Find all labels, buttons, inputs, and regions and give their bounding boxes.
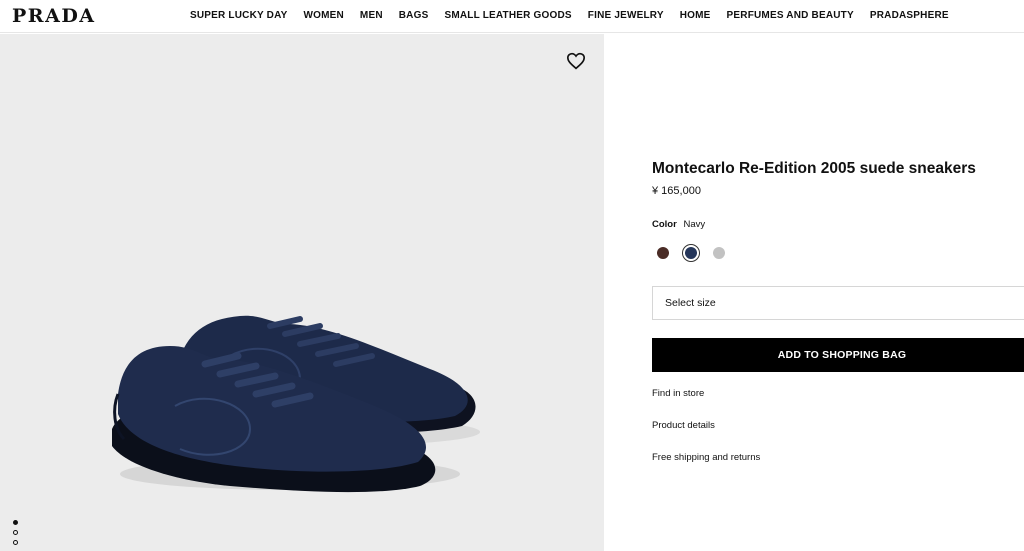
swatch-navy[interactable] — [682, 244, 700, 262]
product-image — [112, 315, 480, 493]
nav-item-home[interactable]: HOME — [680, 10, 711, 21]
swatch-brown[interactable] — [654, 244, 672, 262]
nav-item-small-leather-goods[interactable]: SMALL LEATHER GOODS — [444, 10, 571, 21]
gallery-pagination — [13, 520, 18, 545]
nav-item-bags[interactable]: BAGS — [399, 10, 429, 21]
gallery-dot-2[interactable] — [13, 530, 18, 535]
product-price: ¥ 165,000 — [652, 185, 701, 197]
product-gallery[interactable] — [0, 34, 604, 551]
nav-item-fine-jewelry[interactable]: FINE JEWELRY — [588, 10, 664, 21]
find-in-store-link[interactable]: Find in store — [652, 388, 704, 399]
color-swatches — [654, 244, 728, 262]
product-details-panel: Montecarlo Re-Edition 2005 suede sneaker… — [604, 34, 1024, 551]
gallery-dot-3[interactable] — [13, 540, 18, 545]
color-value: Navy — [683, 219, 706, 230]
nav-item-men[interactable]: MEN — [360, 10, 383, 21]
swatch-grey-chip — [713, 247, 725, 259]
shipping-returns-link[interactable]: Free shipping and returns — [652, 452, 760, 463]
color-label: Color Navy — [652, 219, 705, 230]
product-details-link[interactable]: Product details — [652, 420, 715, 431]
site-header: PRADA SUPER LUCKY DAY WOMEN MEN BAGS SMA… — [0, 0, 1024, 33]
nav-item-perfumes-and-beauty[interactable]: PERFUMES AND BEAUTY — [727, 10, 854, 21]
swatch-navy-chip — [685, 247, 697, 259]
main-nav: SUPER LUCKY DAY WOMEN MEN BAGS SMALL LEA… — [190, 10, 949, 21]
gallery-dot-1[interactable] — [13, 520, 18, 525]
nav-item-pradasphere[interactable]: PRADASPHERE — [870, 10, 949, 21]
heart-outline-icon[interactable] — [566, 52, 586, 70]
size-select[interactable]: Select size — [652, 286, 1024, 320]
add-to-bag-button[interactable]: ADD TO SHOPPING BAG — [652, 338, 1024, 372]
prada-logo[interactable]: PRADA — [12, 5, 96, 27]
swatch-brown-chip — [657, 247, 669, 259]
nav-item-women[interactable]: WOMEN — [303, 10, 343, 21]
color-label-text: Color — [652, 219, 677, 230]
nav-item-super-lucky-day[interactable]: SUPER LUCKY DAY — [190, 10, 287, 21]
swatch-grey[interactable] — [710, 244, 728, 262]
product-title: Montecarlo Re-Edition 2005 suede sneaker… — [652, 160, 976, 177]
